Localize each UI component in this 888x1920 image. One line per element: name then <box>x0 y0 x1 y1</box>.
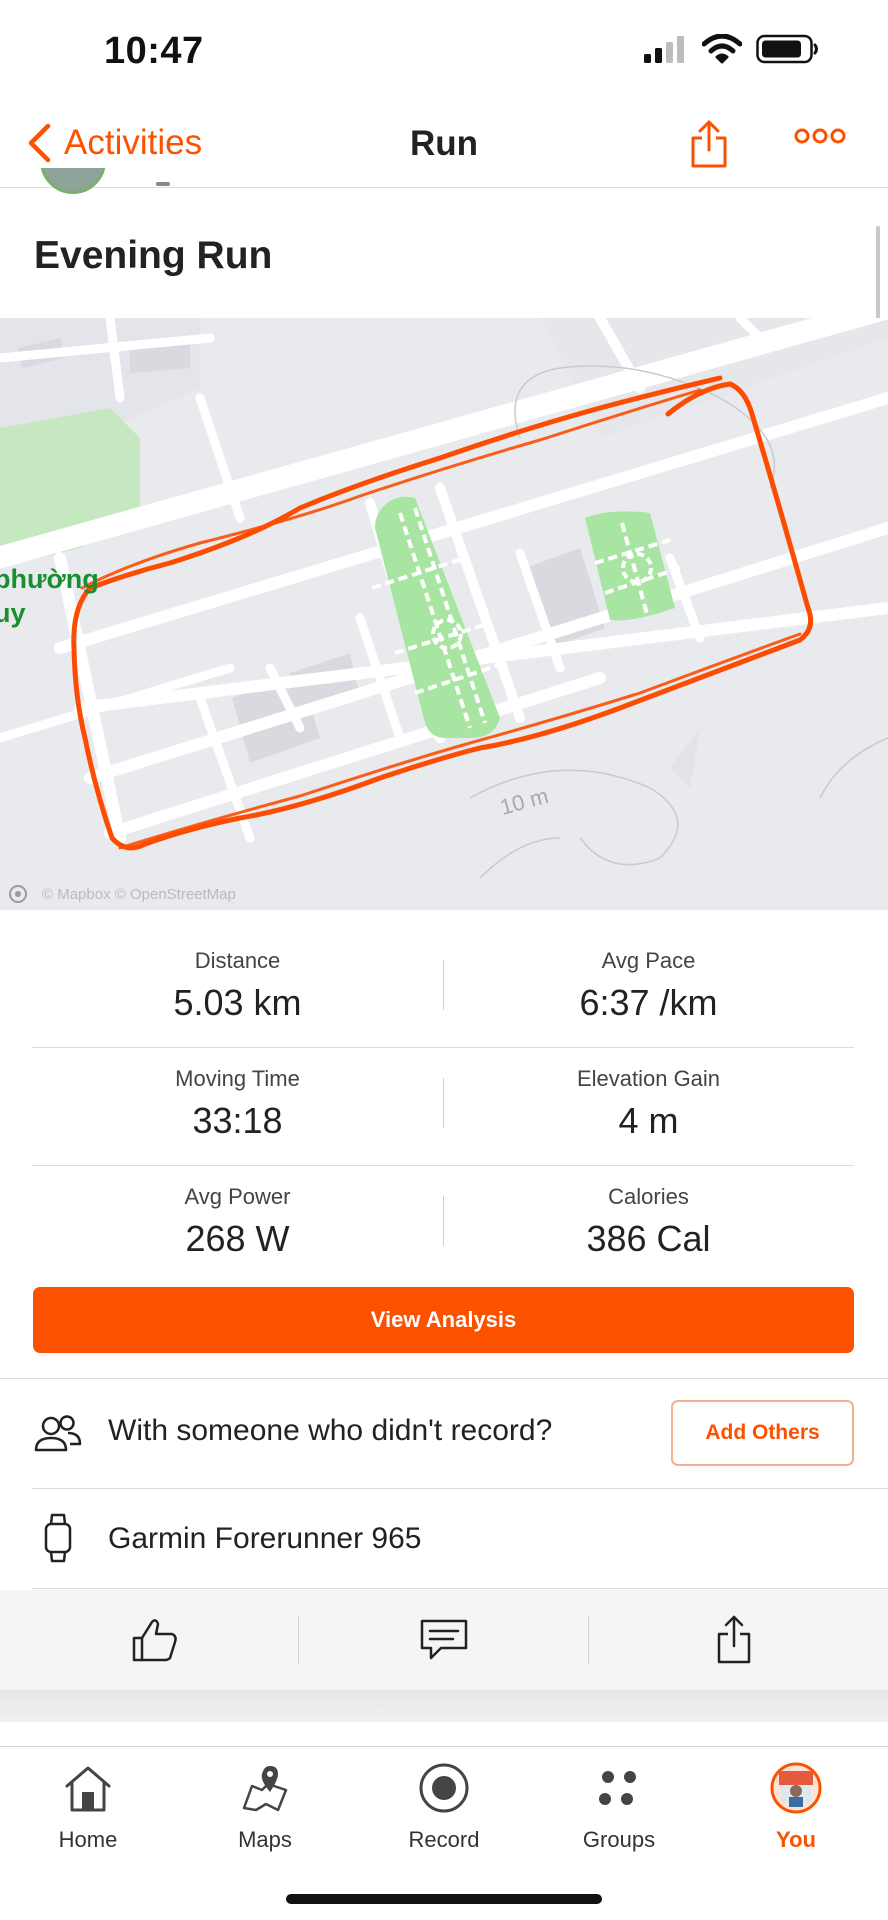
tab-you[interactable]: You <box>716 1757 876 1853</box>
back-label: Activities <box>64 123 203 162</box>
divider <box>0 1378 888 1379</box>
status-time: 10:47 <box>104 30 204 72</box>
chevron-left-icon <box>28 123 51 163</box>
stat-distance: Distance 5.03 km <box>173 948 302 1023</box>
action-bar <box>0 1590 888 1690</box>
view-analysis-button[interactable]: View Analysis <box>33 1287 854 1353</box>
map-place-label: phường uy <box>0 564 99 628</box>
home-indicator <box>286 1894 602 1904</box>
stat-calories: Calories 386 Cal <box>586 1184 711 1259</box>
signal-icon <box>644 36 684 63</box>
home-icon <box>65 1766 111 1812</box>
tab-home[interactable]: Home <box>8 1757 168 1853</box>
route-map[interactable]: 10 m phường uy © Mapbox © OpenStreetMap <box>0 318 888 910</box>
watch-icon <box>44 1513 72 1563</box>
kudos-button[interactable] <box>10 1590 300 1690</box>
share-icon <box>717 1615 751 1664</box>
maps-icon <box>242 1766 288 1812</box>
athlete-name-peek <box>156 182 170 186</box>
back-button[interactable]: Activities <box>26 122 202 164</box>
navigation-bar: Activities Run <box>0 104 888 188</box>
add-others-button[interactable]: Add Others <box>671 1400 854 1466</box>
tab-maps[interactable]: Maps <box>185 1757 345 1853</box>
record-icon <box>419 1763 469 1813</box>
divider <box>32 1588 888 1589</box>
status-icons <box>642 34 820 64</box>
mapbox-logo-icon <box>9 885 27 903</box>
stats-grid: Distance 5.03 km Avg Pace 6:37 /km Movin… <box>32 930 854 1284</box>
wifi-icon <box>702 34 742 64</box>
groups-icon <box>599 1771 636 1805</box>
athlete-avatar[interactable] <box>40 168 106 196</box>
stat-avg-power: Avg Power 268 W <box>184 1184 291 1259</box>
share-activity-button[interactable] <box>589 1590 879 1690</box>
stats-row: Moving Time 33:18 Elevation Gain 4 m <box>32 1048 854 1166</box>
stat-elevation-gain: Elevation Gain 4 m <box>576 1066 721 1141</box>
share-icon <box>691 120 727 168</box>
avatar <box>770 1762 822 1814</box>
with-someone-text: With someone who didn't record? <box>108 1414 553 1447</box>
divider <box>32 1488 888 1489</box>
comment-button[interactable] <box>299 1590 589 1690</box>
tab-groups[interactable]: Groups <box>539 1757 699 1853</box>
section-gap <box>0 1690 888 1722</box>
thumbs-up-icon <box>132 1619 177 1662</box>
status-bar: 10:47 <box>0 0 888 104</box>
activity-title: Evening Run <box>34 234 273 277</box>
share-button[interactable] <box>690 118 728 175</box>
stat-avg-pace: Avg Pace 6:37 /km <box>579 948 718 1023</box>
more-horizontal-icon <box>794 128 846 144</box>
device-name: Garmin Forerunner 965 <box>108 1522 422 1555</box>
stats-row: Distance 5.03 km Avg Pace 6:37 /km <box>32 930 854 1048</box>
more-options-button[interactable] <box>794 126 846 151</box>
stats-row: Avg Power 268 W Calories 386 Cal <box>32 1166 854 1284</box>
comment-icon <box>420 1619 468 1660</box>
people-icon <box>34 1415 82 1452</box>
battery-icon <box>756 34 818 64</box>
tab-record[interactable]: Record <box>364 1757 524 1853</box>
map-attribution[interactable]: © Mapbox © OpenStreetMap <box>8 884 236 904</box>
stat-moving-time: Moving Time 33:18 <box>175 1066 300 1141</box>
